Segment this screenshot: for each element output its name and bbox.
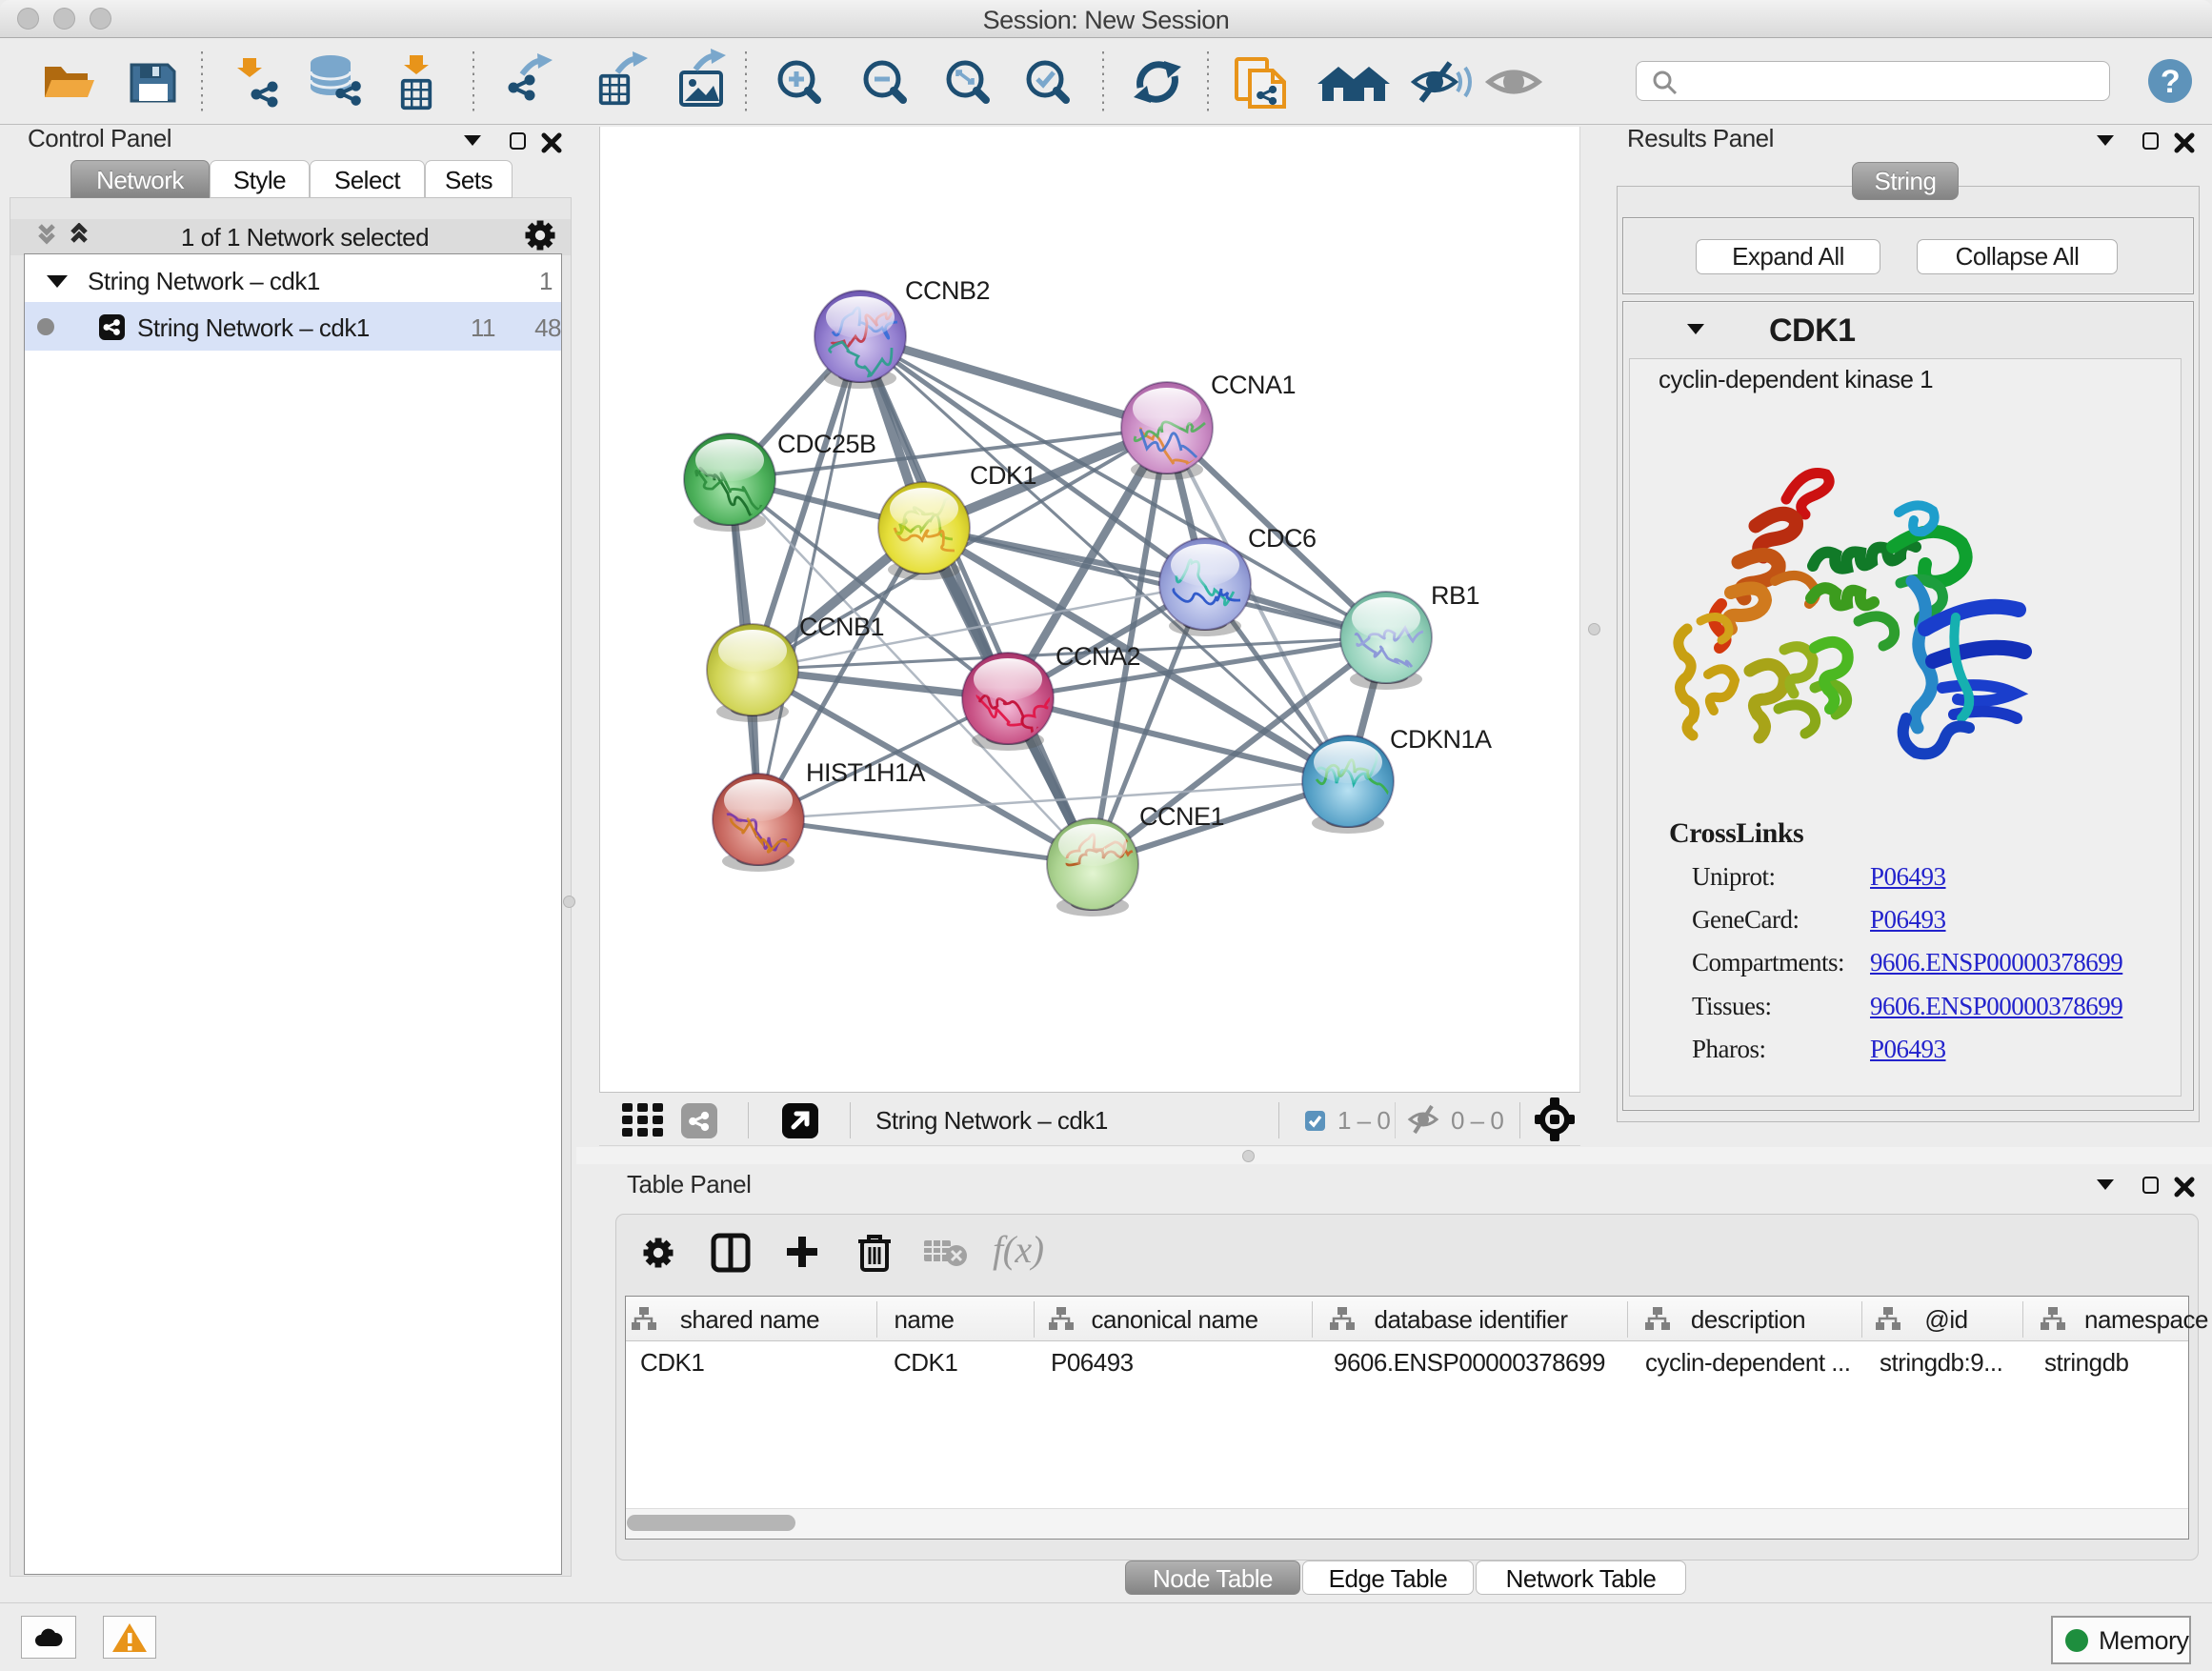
svg-text:CCNB2: CCNB2 [905,276,990,305]
svg-text:HIST1H1A: HIST1H1A [806,758,926,787]
svg-text:CCNA1: CCNA1 [1211,371,1296,399]
svg-text:CDC25B: CDC25B [777,430,876,458]
svg-text:?: ? [2161,64,2180,100]
svg-text:CDC6: CDC6 [1248,524,1317,553]
svg-text:CCNE1: CCNE1 [1139,802,1224,831]
svg-text:CCNB1: CCNB1 [799,613,884,641]
svg-text:CDK1: CDK1 [970,461,1036,490]
svg-text:RB1: RB1 [1431,581,1479,610]
svg-text:CDKN1A: CDKN1A [1390,725,1492,754]
svg-text:CCNA2: CCNA2 [1056,642,1140,671]
